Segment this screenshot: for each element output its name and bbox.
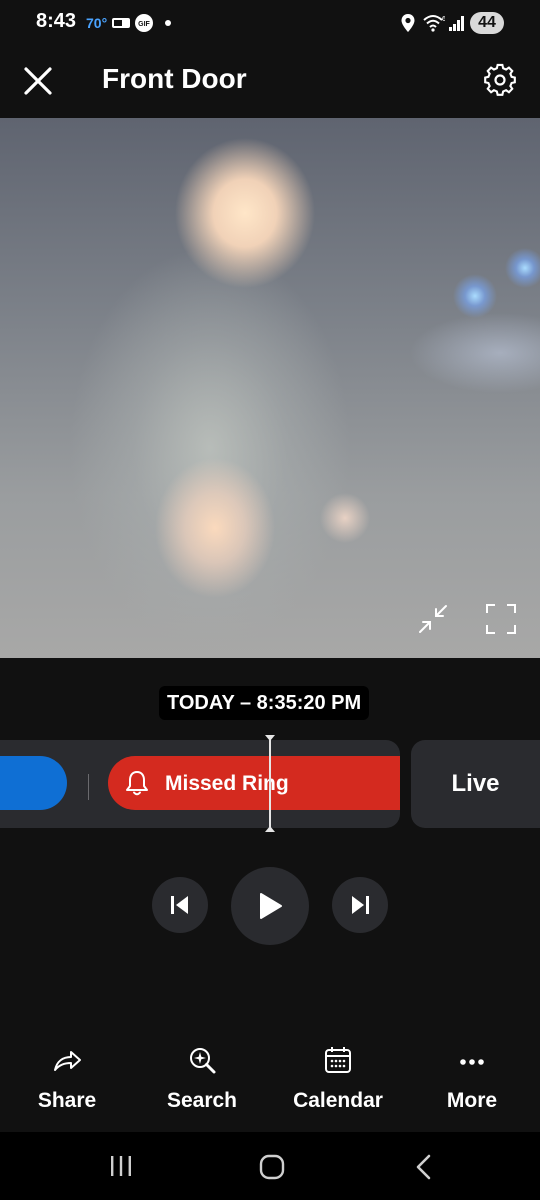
skip-next-icon bbox=[352, 896, 369, 914]
wifi-6-icon: 6 bbox=[423, 15, 445, 32]
app-header: Front Door bbox=[0, 48, 540, 118]
mlb-icon bbox=[112, 18, 130, 28]
live-label: Live bbox=[451, 770, 500, 797]
gear-icon bbox=[484, 63, 516, 96]
gif-icon: GIF bbox=[135, 14, 153, 32]
page-title: Front Door bbox=[102, 63, 247, 94]
status-bar: 8:43 70° GIF 6 44 bbox=[0, 0, 540, 48]
calendar-button[interactable]: Calendar bbox=[283, 1040, 393, 1120]
status-time: 8:43 bbox=[36, 10, 77, 32]
recents-icon[interactable] bbox=[108, 1154, 134, 1178]
play-icon bbox=[260, 893, 282, 919]
search-label: Search bbox=[166, 1089, 238, 1112]
fullscreen-icon bbox=[486, 604, 516, 634]
home-icon[interactable] bbox=[258, 1154, 286, 1180]
motion-event-segment[interactable] bbox=[0, 756, 67, 810]
playhead-top-marker bbox=[265, 735, 275, 741]
more-icon bbox=[460, 1059, 484, 1065]
skip-previous-icon bbox=[171, 896, 188, 914]
battery-icon: 44 bbox=[470, 12, 504, 34]
share-label: Share bbox=[37, 1089, 97, 1112]
svg-text:6: 6 bbox=[442, 16, 445, 23]
more-label: More bbox=[446, 1089, 498, 1112]
calendar-icon bbox=[325, 1047, 351, 1073]
timeline-timestamp: TODAY – 8:35:20 PM bbox=[159, 686, 370, 720]
dot-icon bbox=[165, 20, 171, 26]
calendar-label: Calendar bbox=[293, 1089, 383, 1112]
playhead[interactable] bbox=[269, 737, 271, 831]
system-nav-bar bbox=[0, 1132, 540, 1200]
location-icon bbox=[401, 14, 415, 32]
play-button[interactable] bbox=[231, 867, 309, 945]
fullscreen-button[interactable] bbox=[484, 602, 518, 636]
svg-text:GIF: GIF bbox=[138, 21, 150, 28]
settings-button[interactable] bbox=[480, 60, 520, 100]
status-temperature: 70° bbox=[86, 15, 108, 31]
back-icon[interactable] bbox=[412, 1154, 436, 1180]
minimize-button[interactable] bbox=[416, 602, 450, 636]
minimize-icon bbox=[419, 605, 447, 633]
bell-icon bbox=[126, 771, 148, 796]
search-sparkle-icon bbox=[190, 1048, 216, 1074]
share-icon bbox=[54, 1051, 81, 1071]
skip-next-button[interactable] bbox=[332, 877, 388, 933]
close-icon bbox=[24, 67, 52, 95]
more-button[interactable]: More bbox=[417, 1040, 527, 1120]
signal-icon bbox=[449, 16, 464, 31]
playhead-bottom-marker bbox=[265, 826, 275, 832]
live-button[interactable]: Live bbox=[411, 740, 540, 828]
search-button[interactable]: Search bbox=[147, 1040, 257, 1120]
skip-previous-button[interactable] bbox=[152, 877, 208, 933]
share-button[interactable]: Share bbox=[12, 1040, 122, 1120]
camera-video-feed[interactable] bbox=[0, 118, 540, 658]
timeline-divider bbox=[88, 774, 89, 800]
close-button[interactable] bbox=[18, 61, 58, 101]
